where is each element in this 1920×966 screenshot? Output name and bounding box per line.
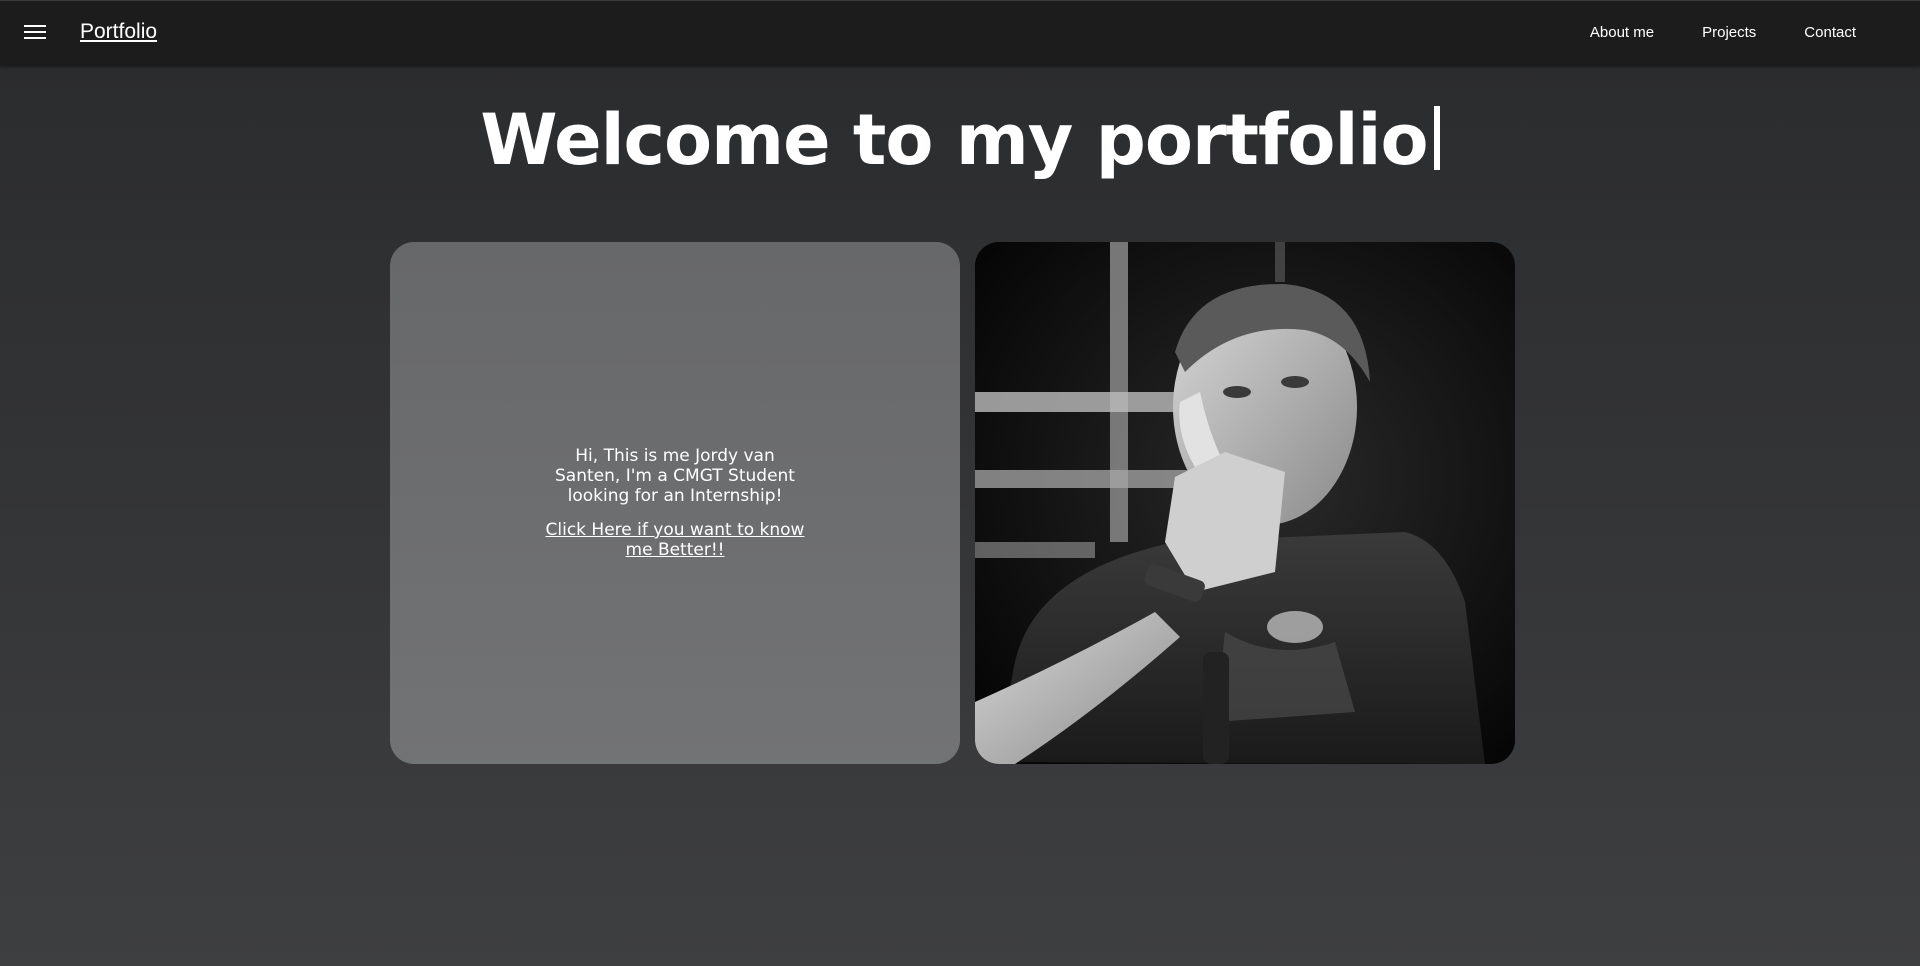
portrait-photo (975, 242, 1515, 764)
hero-title-text: Welcome to my portfolio (480, 99, 1428, 181)
top-navbar: Portfolio About me Projects Contact (0, 0, 1920, 66)
intro-card: Hi, This is me Jordy van Santen, I'm a C… (390, 242, 960, 764)
brand-link[interactable]: Portfolio (80, 20, 157, 44)
intro-text: Hi, This is me Jordy van Santen, I'm a C… (555, 446, 795, 506)
nav-link-about[interactable]: About me (1590, 24, 1654, 41)
portrait-image (975, 242, 1515, 764)
about-me-link[interactable]: Click Here if you want to know me Better… (540, 520, 810, 560)
hero-title: Welcome to my portfolio (0, 98, 1920, 182)
nav-link-contact[interactable]: Contact (1804, 24, 1856, 41)
typing-cursor (1433, 106, 1440, 170)
hamburger-menu-icon[interactable] (24, 25, 46, 43)
nav-link-projects[interactable]: Projects (1702, 24, 1756, 41)
nav-links: About me Projects Contact (1542, 24, 1856, 41)
